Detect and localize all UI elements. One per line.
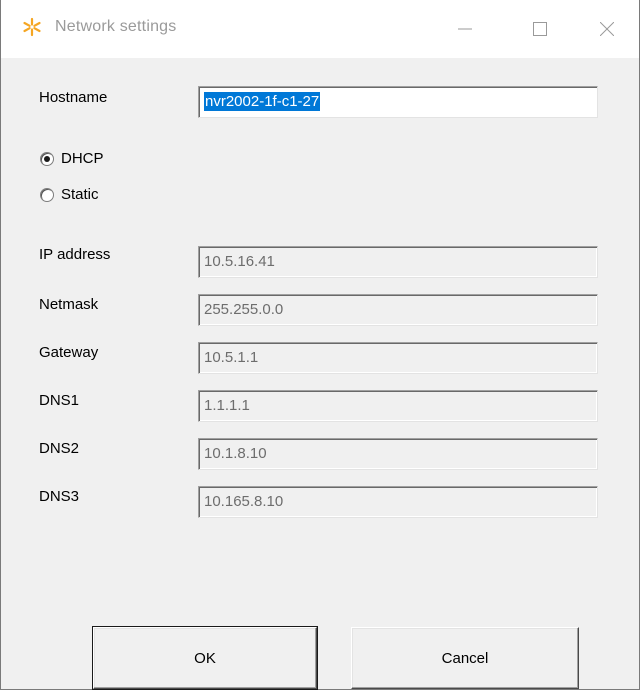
minimize-button[interactable] (435, 0, 495, 57)
dns3-label: DNS3 (39, 488, 80, 505)
static-radio-label[interactable]: Static (61, 186, 99, 203)
minimize-icon (458, 22, 472, 36)
gateway-field[interactable]: 10.5.1.1 (198, 342, 598, 374)
maximize-button[interactable] (510, 0, 570, 57)
cancel-button[interactable]: Cancel (351, 627, 579, 689)
dns2-field[interactable]: 10.1.8.10 (198, 438, 598, 470)
gateway-label: Gateway (39, 344, 99, 361)
dns2-label: DNS2 (39, 440, 80, 457)
hostname-value: nvr2002-1f-c1-27 (204, 92, 321, 111)
hostname-input[interactable]: nvr2002-1f-c1-27 (198, 86, 598, 118)
dns1-label: DNS1 (39, 392, 80, 409)
maximize-icon (533, 21, 547, 36)
dhcp-radio[interactable] (40, 152, 54, 166)
dhcp-radio-label[interactable]: DHCP (61, 150, 104, 167)
ok-button-label: OK (194, 649, 216, 667)
netmask-label: Netmask (39, 296, 99, 313)
window-title: Network settings (55, 18, 177, 35)
ip-address-label: IP address (39, 246, 111, 263)
close-icon (600, 21, 614, 36)
network-settings-dialog: Network settings Hostname nvr2002-1f-c1-… (0, 0, 640, 690)
dns1-field[interactable]: 1.1.1.1 (198, 390, 598, 422)
star-icon (22, 17, 42, 37)
title-bar[interactable]: Network settings (1, 0, 639, 58)
hostname-label: Hostname (39, 89, 108, 106)
close-button[interactable] (577, 0, 637, 57)
cancel-button-label: Cancel (441, 649, 489, 667)
ip-address-field[interactable]: 10.5.16.41 (198, 246, 598, 278)
ok-button[interactable]: OK (92, 626, 318, 690)
dns3-field[interactable]: 10.165.8.10 (198, 486, 598, 518)
netmask-field[interactable]: 255.255.0.0 (198, 294, 598, 326)
static-radio[interactable] (40, 188, 54, 202)
